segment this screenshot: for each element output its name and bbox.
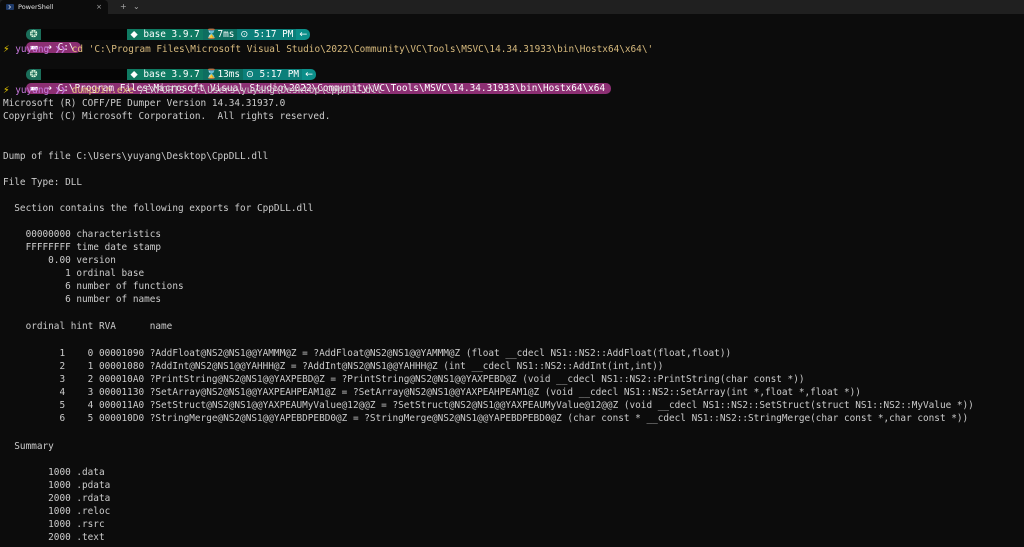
export-row: 1 0 00001090 ?AddFloat@NS2@NS1@@YAMMM@Z … [3,348,732,359]
tab-dropdown-button[interactable]: ⌄ [133,0,140,14]
command-name: dumpbin.exe [71,85,134,96]
summary-row: 1000 .data [3,467,105,478]
command-duration: 7ms [217,29,235,40]
output-line: Section contains the following exports f… [3,203,314,214]
prompt-user: yuyang [15,85,50,96]
export-property: 00000000 characteristics [3,229,162,240]
export-row: 5 4 000011A0 ?SetStruct@NS2@NS1@@YAXPEAU… [3,400,974,411]
prompt-time: 5:17 PM [253,29,294,40]
duration-segment: ⌛7ms [202,29,238,40]
command-line: ⚡ yuyang ❯❯ dumpbin.exe /EXPORTS C:\User… [3,84,382,97]
prompt-arrow: ❯❯ [54,44,67,55]
export-property: FFFFFFFF time date stamp [3,242,162,253]
tab-powershell[interactable]: PowerShell × [0,0,108,14]
output-line: Dump of file C:\Users\yuyang\Desktop\Cpp… [3,151,269,162]
clock-icon: ⊙ [240,29,249,40]
terminal-body[interactable]: ❂ ◆ base 3.9.7 ⌛7ms ⊙ 5:17 PM ← ▬ → C:\ ⚡ y… [0,14,1024,547]
exports-table-header: ordinal hint RVA name [3,321,173,332]
prompt-status-line: ❂ ◆ base 3.9.7 ⌛7ms ⊙ 5:17 PM ← [3,16,311,40]
summary-row: 2000 .rdata [3,493,111,504]
export-row: 2 1 00001080 ?AddInt@NS2@NS1@@YAHHH@Z = … [3,361,664,372]
export-row: 4 3 00001130 ?SetArray@NS2@NS1@@YAXPEAHP… [3,387,861,398]
powershell-icon [6,4,14,10]
command-argument: 'C:\Program Files\Microsoft Visual Studi… [88,44,654,55]
arrow-end-icon: ← [296,29,311,40]
python-icon: ◆ [130,29,138,40]
command-name: cd [71,44,84,55]
export-property: 1 ordinal base [3,268,145,279]
prompt-arrow: ❯❯ [54,85,67,96]
summary-row: 1000 .pdata [3,480,111,491]
export-property: 6 number of functions [3,281,184,292]
output-line: Microsoft (R) COFF/PE Dumper Version 14.… [3,98,286,109]
tab-close-button[interactable]: × [96,0,102,14]
export-row: 6 5 000010D0 ?StringMerge@NS2@NS1@@YAPEB… [3,413,969,424]
conda-env: base 3.9.7 [143,29,200,40]
summary-row: 1000 .rsrc [3,519,105,530]
prompt-user: yuyang [15,44,50,55]
clock-segment: ⊙ 5:17 PM [237,29,297,40]
bolt-icon: ⚡ [3,85,10,96]
prompt-path-line: ▬ → C:\Program Files\Microsoft Visual St… [3,70,612,94]
prompt-status-line: ❂ ◆ base 3.9.7 ⌛13ms ⊙ 5:17 PM ← [3,56,316,80]
bolt-icon: ⚡ [3,44,10,55]
prompt-path-line: ▬ → C:\ [3,29,81,53]
export-property: 6 number of names [3,294,162,305]
tab-title: PowerShell [18,3,54,11]
summary-row: 2000 .text [3,532,105,543]
new-tab-button[interactable]: + [120,0,127,14]
output-line: File Type: DLL [3,177,83,188]
export-property: 0.00 version [3,255,116,266]
command-argument: /EXPORTS C:\Users\yuyang\Desktop\CppDLL.… [139,85,383,96]
hourglass-icon: ⌛ [205,29,218,40]
summary-row: 1000 .reloc [3,506,111,517]
title-bar: PowerShell × + ⌄ [0,0,1024,14]
export-row: 3 2 000010A0 ?PrintString@NS2@NS1@@YAXPE… [3,374,805,385]
conda-env-segment: ◆ base 3.9.7 [127,29,203,40]
output-line: Copyright (C) Microsoft Corporation. All… [3,111,331,122]
command-line: ⚡ yuyang ❯❯ cd 'C:\Program Files\Microso… [3,43,653,56]
summary-title: Summary [3,441,54,452]
